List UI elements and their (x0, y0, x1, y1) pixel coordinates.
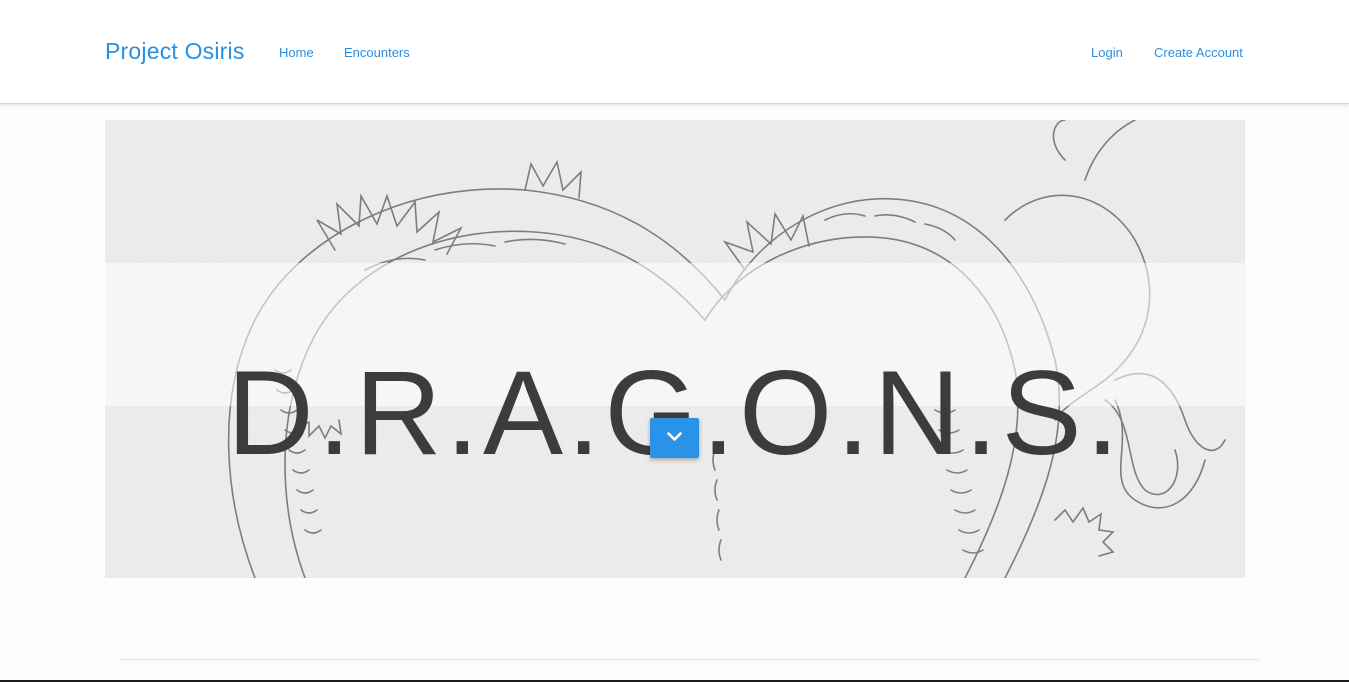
nav-link-login[interactable]: Login (1091, 45, 1123, 60)
nav-link-create-account[interactable]: Create Account (1154, 45, 1243, 60)
scroll-down-button[interactable] (650, 418, 699, 458)
hero-banner: D.R.A.G.O.N.S. (105, 120, 1245, 578)
nav-link-encounters[interactable]: Encounters (344, 45, 410, 60)
chevron-down-icon (667, 432, 682, 441)
top-navbar: Project Osiris Home Encounters Login Cre… (0, 0, 1349, 104)
brand-link[interactable]: Project Osiris (105, 38, 245, 65)
hero-title: D.R.A.G.O.N.S. (226, 346, 1124, 481)
section-divider (120, 659, 1259, 660)
nav-link-home[interactable]: Home (279, 45, 314, 60)
